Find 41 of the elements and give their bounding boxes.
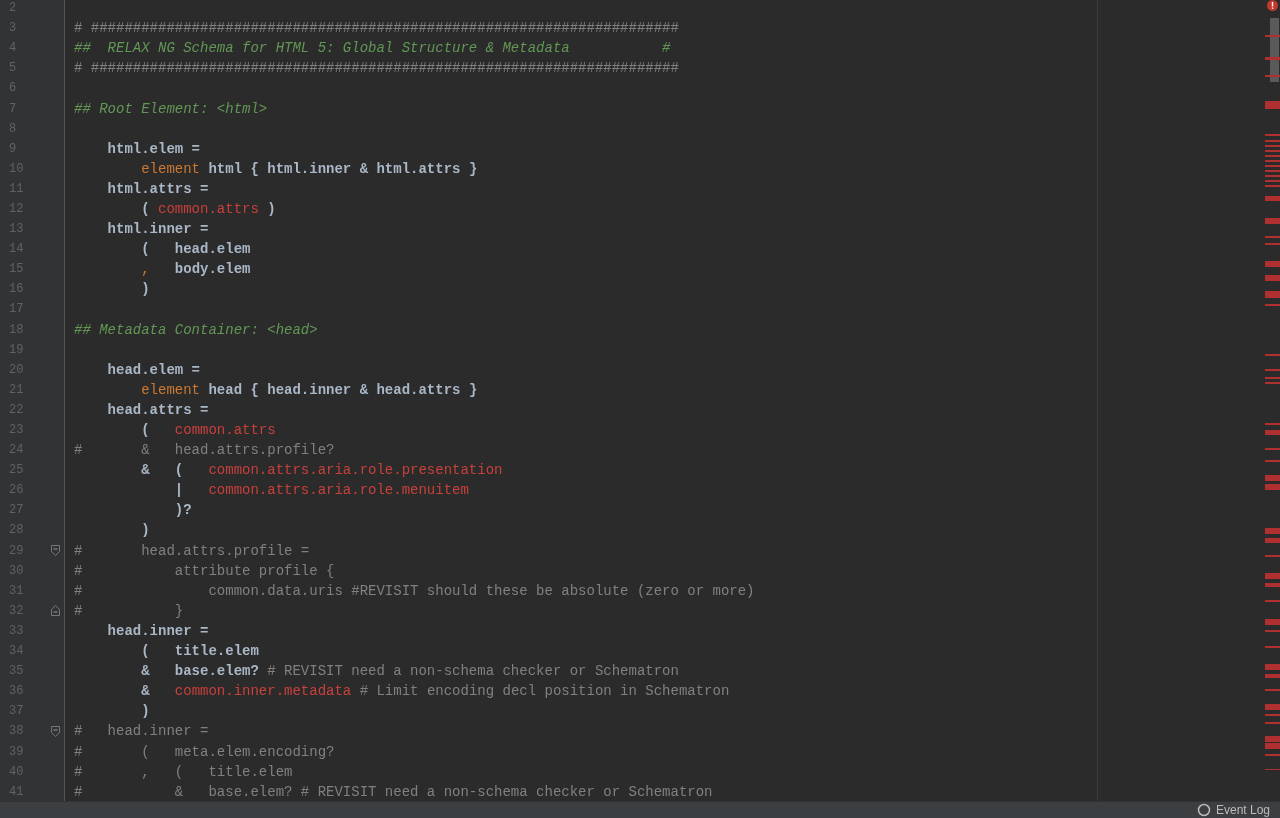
fold-icon[interactable] [50,725,60,737]
code-line: )? [173,502,192,519]
code-line: # & head.attrs.profile? [73,442,335,459]
code-line: # head.attrs.profile = [73,542,310,559]
code-line: element head { head.inner & head.attrs } [140,381,478,398]
event-log-icon[interactable] [1196,803,1211,817]
code-line: ( common.attrs ) [140,201,276,217]
code-line: , body.elem [140,261,251,278]
code-line: element html { html.inner & html.attrs } [140,160,478,177]
code-line: # , ( title.elem [73,763,293,780]
code-line: # ( meta.elem.encoding? [73,743,335,760]
code-line: # ###################################################################### [73,20,679,37]
code-line: head.inner = [106,622,209,639]
event-log-link[interactable]: Event Log [1215,803,1270,817]
code-line: html.attrs = [106,180,209,197]
code-line: # head.inner = [73,723,209,740]
code-line: head.attrs = [106,401,209,418]
code-line: html.inner = [106,221,209,238]
code-line: ## Root Element: <html> [73,100,268,117]
code-line: # } [73,602,184,619]
code-line: ## RELAX NG Schema for HTML 5: Global Structure & Metadata # [73,40,671,57]
code-line: | common.attrs.aria.role.menuitem [173,482,469,499]
code-line: & ( common.attrs.aria.role.presentation [140,462,503,479]
code-line: ( common.attrs [140,422,276,438]
code-line: # attribute profile { [73,562,335,579]
error-icon[interactable] [1267,0,1278,11]
code-line: ) [140,703,150,720]
fold-icon[interactable] [50,545,60,557]
code-line: ## Metadata Container: <head> [73,321,318,338]
code-line: # & base.elem? # REVISIT need a non-schema checker or Schematron [73,783,713,800]
code-line: ( head.elem [140,241,251,258]
code-line: # common.data.uris #REVISIT should these be absolute (zero or more) [73,582,755,599]
code-line: head.elem = [106,361,201,378]
code-line: & common.inner.metadata # Limit encoding decl position in Schematron [140,683,730,700]
code-line: ) [140,522,150,539]
unfold-icon[interactable] [50,605,60,617]
code-line: & base.elem? # REVISIT need a non-schema checker or Schematron [140,663,679,680]
code-line: # ###################################################################### [73,60,679,77]
code-line: ) [140,281,150,298]
code-line: html.elem = [106,140,201,157]
code-line: ( title.elem [140,643,259,660]
